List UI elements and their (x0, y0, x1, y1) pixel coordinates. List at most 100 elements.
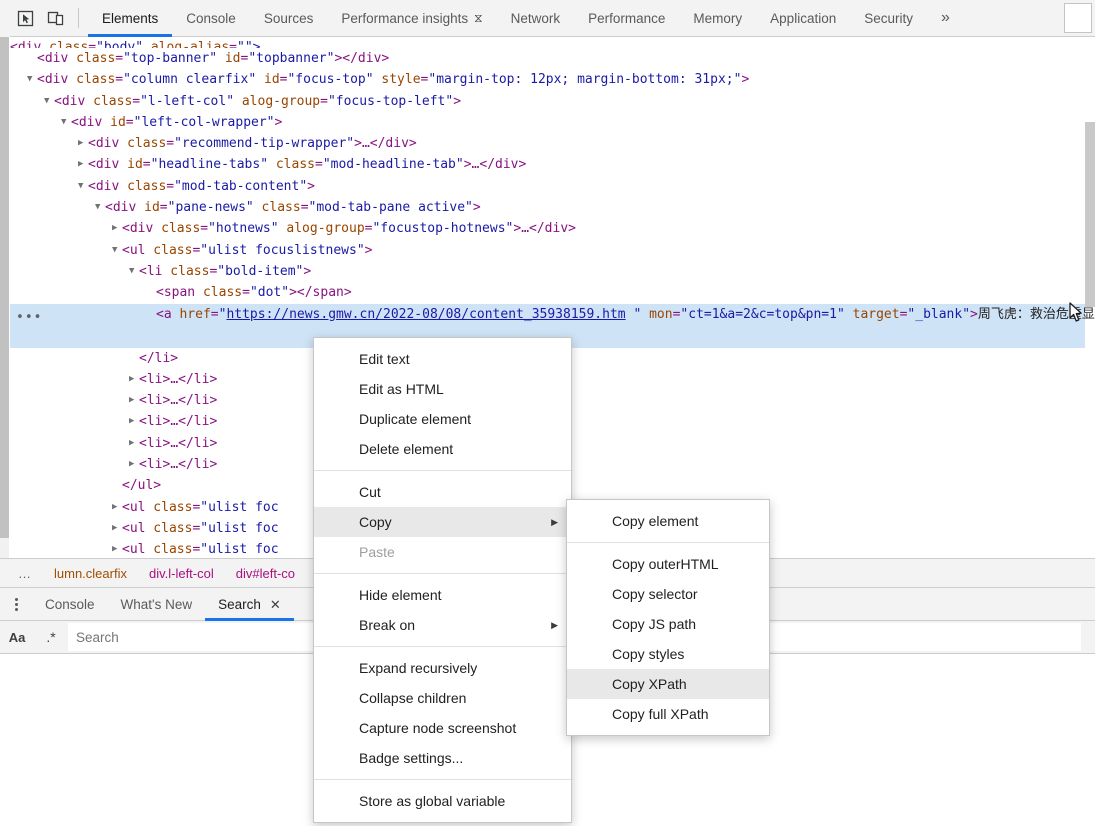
copy-submenu-item-copy-outerhtml[interactable]: Copy outerHTML (567, 549, 769, 579)
copy-submenu-item-copy-styles[interactable]: Copy styles (567, 639, 769, 669)
drawer-tab-search[interactable]: Search ✕ (205, 588, 294, 621)
code-token: <ul (122, 520, 146, 536)
toolbar-overflow-button[interactable] (1064, 3, 1092, 33)
tab-memory[interactable]: Memory (679, 0, 756, 37)
devtools-toolbar: Elements Console Sources Performance ins… (0, 0, 1095, 37)
dom-node-line[interactable]: <div class="hotnews" alog-group="focusto… (10, 218, 1085, 239)
context-menu[interactable]: Edit text Edit as HTML Duplicate element De… (313, 337, 572, 823)
copy-submenu-item-copy-xpath[interactable]: Copy XPath (567, 669, 769, 699)
copy-submenu-item-label: Copy styles (612, 646, 685, 662)
collapse-triangle-icon[interactable] (95, 197, 105, 218)
more-options-icon[interactable] (0, 588, 32, 620)
copy-submenu-item-copy-js-path[interactable]: Copy JS path (567, 609, 769, 639)
expand-triangle-icon[interactable] (129, 369, 139, 390)
expand-triangle-icon[interactable] (112, 539, 122, 558)
node-href-link[interactable]: https://news.gmw.cn/2022-08/08/content_3… (226, 307, 625, 322)
dom-tree-scrollbar-left-thumb[interactable] (0, 37, 9, 538)
context-menu-item-badge-settings[interactable]: Badge settings... (314, 743, 571, 773)
collapse-triangle-icon[interactable] (44, 91, 54, 112)
expand-triangle-icon[interactable] (129, 390, 139, 411)
close-icon[interactable]: ✕ (270, 597, 281, 613)
dom-node-line[interactable]: <div class="top-banner" id="topbanner"><… (10, 48, 1085, 69)
context-menu-separator (314, 470, 571, 471)
expand-triangle-icon[interactable] (78, 154, 88, 175)
expand-triangle-icon[interactable] (129, 433, 139, 454)
dom-node-line[interactable]: <span class="dot"></span> (10, 282, 1085, 303)
tab-application[interactable]: Application (756, 0, 850, 37)
collapse-triangle-icon[interactable] (27, 69, 37, 90)
breadcrumb-item-1[interactable]: div.l-left-col (138, 566, 225, 581)
copy-submenu-item-label: Copy full XPath (612, 706, 709, 722)
expand-triangle-icon[interactable] (129, 411, 139, 432)
node-overflow-badge[interactable]: ••• (16, 307, 42, 328)
copy-submenu-item-copy-selector[interactable]: Copy selector (567, 579, 769, 609)
copy-submenu-item-copy-element[interactable]: Copy element (567, 506, 769, 536)
expand-triangle-icon[interactable] (112, 497, 122, 518)
code-token: > (274, 114, 283, 130)
context-menu-item-hide-element[interactable]: Hide element (314, 580, 571, 610)
context-menu-item-break-on[interactable]: Break on ▶ (314, 610, 571, 640)
collapse-triangle-icon[interactable] (78, 176, 88, 197)
breadcrumb-item-2[interactable]: div#left-co (225, 566, 306, 581)
context-menu-item-edit-as-html[interactable]: Edit as HTML (314, 374, 571, 404)
context-menu-item-edit-text[interactable]: Edit text (314, 344, 571, 374)
expand-triangle-icon[interactable] (129, 454, 139, 475)
dom-node-line[interactable]: <div id="headline-tabs" class="mod-headl… (10, 154, 1085, 175)
context-menu-item-expand-recursively[interactable]: Expand recursively (314, 653, 571, 683)
dom-tree-scrollbar-left[interactable] (0, 37, 9, 558)
copy-submenu[interactable]: Copy element Copy outerHTML Copy selector C… (566, 499, 770, 736)
regex-button[interactable]: .* (34, 629, 68, 645)
code-token: <li> (139, 393, 171, 409)
tab-network[interactable]: Network (497, 0, 575, 37)
copy-submenu-item-label: Copy outerHTML (612, 556, 719, 572)
code-token: "_blank" (907, 306, 971, 322)
expand-triangle-icon[interactable] (78, 133, 88, 154)
code-token: <ul (122, 242, 146, 258)
dom-tree-scrollbar-right[interactable] (1085, 37, 1095, 558)
collapse-triangle-icon[interactable] (112, 240, 122, 261)
drawer-tab-console[interactable]: Console (32, 588, 108, 621)
dom-node-line[interactable]: <div class="l-left-col" alog-group="focu… (10, 91, 1085, 112)
context-menu-item-copy[interactable]: Copy ▶ (314, 507, 571, 537)
dom-node-line[interactable]: <div class="body" alog-alias=""> (10, 37, 1085, 48)
context-menu-item-collapse-children[interactable]: Collapse children (314, 683, 571, 713)
code-token: <li> (139, 457, 171, 473)
code-token: <li> (139, 435, 171, 451)
drawer-tab-whats-new[interactable]: What's New (108, 588, 206, 621)
collapse-triangle-icon[interactable] (129, 261, 139, 282)
context-menu-separator (314, 779, 571, 780)
dom-node-line[interactable]: <div id="pane-news" class="mod-tab-pane … (10, 197, 1085, 218)
context-menu-item-capture-node-screenshot[interactable]: Capture node screenshot (314, 713, 571, 743)
dom-node-line[interactable]: <div class="recommend-tip-wrapper">…</di… (10, 133, 1085, 154)
code-token: <div (88, 178, 120, 194)
code-token: <li> (139, 371, 171, 387)
copy-submenu-item-copy-full-xpath[interactable]: Copy full XPath (567, 699, 769, 729)
collapse-triangle-icon[interactable] (61, 112, 71, 133)
expand-triangle-icon[interactable] (112, 518, 122, 539)
device-toolbar-icon[interactable] (41, 5, 69, 31)
breadcrumb-item-0[interactable]: lumn.clearfix (43, 566, 138, 581)
context-menu-item-store-as-global-variable[interactable]: Store as global variable (314, 786, 571, 816)
code-token: <a (156, 306, 172, 322)
context-menu-item-cut[interactable]: Cut (314, 477, 571, 507)
tab-security[interactable]: Security (850, 0, 927, 37)
dom-node-line[interactable]: <div class="column clearfix" id="focus-t… (10, 69, 1085, 90)
tab-elements[interactable]: Elements (88, 0, 173, 37)
tab-console[interactable]: Console (172, 0, 250, 37)
inspect-cursor-icon[interactable] (11, 5, 39, 31)
dom-node-line[interactable]: <ul class="ulist focuslistnews"> (10, 240, 1085, 261)
tab-performance[interactable]: Performance (574, 0, 679, 37)
more-panels-chevron-icon[interactable]: » (927, 0, 964, 37)
dom-node-line[interactable]: <div id="left-col-wrapper"> (10, 112, 1085, 133)
dom-node-line[interactable]: <div class="mod-tab-content"> (10, 176, 1085, 197)
match-case-button[interactable]: Aa (0, 630, 34, 645)
context-menu-item-duplicate-element[interactable]: Duplicate element (314, 404, 571, 434)
dom-node-line[interactable]: <li class="bold-item"> (10, 261, 1085, 282)
breadcrumb-overflow[interactable]: … (0, 566, 43, 581)
tab-performance-insights[interactable]: Performance insights ⧖ (327, 0, 496, 37)
code-token: = (210, 306, 219, 322)
tab-sources[interactable]: Sources (250, 0, 328, 37)
expand-triangle-icon[interactable] (112, 218, 122, 239)
context-menu-item-delete-element[interactable]: Delete element (314, 434, 571, 464)
dom-tree-scrollbar-right-thumb[interactable] (1085, 122, 1095, 307)
